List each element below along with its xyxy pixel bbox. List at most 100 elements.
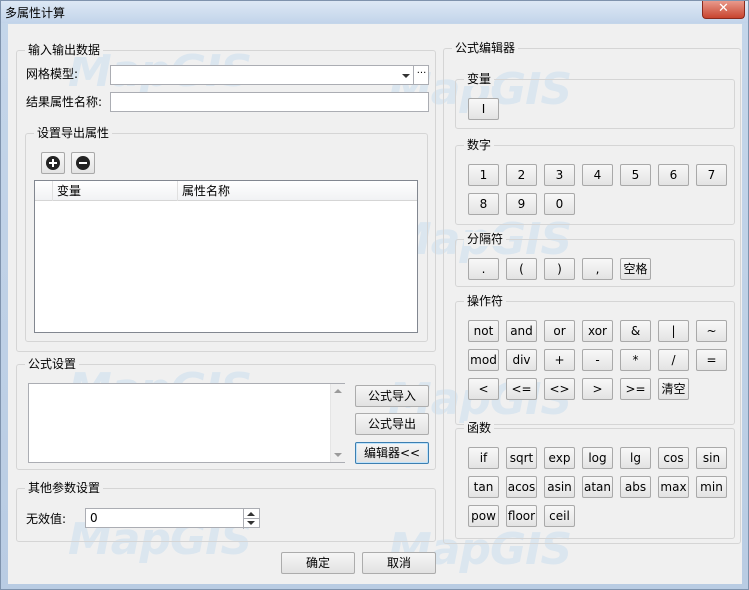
function-button[interactable]: atan [582, 476, 613, 498]
var-button[interactable]: I [468, 98, 499, 120]
result-attr-input[interactable] [110, 92, 429, 112]
digit-button[interactable]: 7 [696, 164, 727, 186]
separator-button[interactable]: . [468, 258, 499, 280]
operator-button[interactable]: and [506, 320, 537, 342]
chevron-down-icon[interactable] [398, 66, 414, 86]
operator-button[interactable]: = [696, 349, 727, 371]
invalid-value-spinner[interactable]: 0 [85, 508, 260, 529]
digit-button[interactable]: 3 [544, 164, 575, 186]
operator-button[interactable]: xor [582, 320, 613, 342]
digit-button[interactable]: 8 [468, 193, 499, 215]
scroll-down-icon[interactable] [334, 453, 342, 457]
add-row-button[interactable] [41, 152, 65, 174]
function-button[interactable]: abs [620, 476, 651, 498]
export-attr-group: 设置导出属性 变量 属性名称 [25, 126, 428, 342]
function-button[interactable]: log [582, 447, 613, 469]
io-group: 输入输出数据 网格模型: ··· 结果属性名称: 设置导出属性 变量 属性名称 [16, 43, 436, 352]
operators-label: 操作符 [464, 294, 507, 308]
function-button[interactable]: cos [658, 447, 689, 469]
separator-button[interactable]: 空格 [620, 258, 651, 280]
operator-button[interactable]: ~ [696, 320, 727, 342]
function-button[interactable]: sin [696, 447, 727, 469]
function-button[interactable]: acos [506, 476, 537, 498]
separator-button[interactable]: ) [544, 258, 575, 280]
other-params-label: 其他参数设置 [25, 481, 104, 495]
operators-group: 操作符 not and or xor & | ~ mod div + - * / = < <= <> > >= 清空 [455, 294, 735, 425]
function-button[interactable]: lg [620, 447, 651, 469]
functions-label: 函数 [464, 421, 495, 435]
plus-circle-icon [46, 156, 60, 170]
table-header: 变量 属性名称 [35, 181, 417, 201]
digit-button[interactable]: 4 [582, 164, 613, 186]
digit-button[interactable]: 0 [544, 193, 575, 215]
grid-model-label: 网格模型: [26, 67, 79, 81]
invalid-value: 0 [90, 511, 98, 525]
minus-circle-icon [76, 156, 90, 170]
export-attr-table[interactable]: 变量 属性名称 [34, 180, 418, 333]
operator-button[interactable]: >= [620, 378, 651, 400]
cancel-button[interactable]: 取消 [362, 552, 436, 574]
grid-model-combo[interactable]: ··· [110, 65, 429, 85]
separators-label: 分隔符 [464, 232, 507, 246]
operator-button[interactable]: not [468, 320, 499, 342]
formula-textarea[interactable] [28, 383, 345, 463]
scroll-up-icon[interactable] [334, 389, 342, 393]
export-attr-label: 设置导出属性 [34, 126, 113, 140]
spinner-arrows[interactable] [243, 509, 259, 529]
dialog-client: MapGIS MapGIS MapGIS MapGIS MapGIS MapGI… [8, 24, 742, 584]
function-button[interactable]: min [696, 476, 727, 498]
variables-label: 变量 [464, 72, 495, 86]
remove-row-button[interactable] [71, 152, 95, 174]
digit-button[interactable]: 2 [506, 164, 537, 186]
operator-button[interactable]: <= [506, 378, 537, 400]
spin-down-icon[interactable] [247, 521, 255, 525]
digits-label: 数字 [464, 138, 495, 152]
formula-scrollbar[interactable] [330, 384, 345, 462]
operator-button[interactable]: or [544, 320, 575, 342]
digit-button[interactable]: 9 [506, 193, 537, 215]
function-button[interactable]: floor [506, 505, 537, 527]
operator-button[interactable]: > [582, 378, 613, 400]
function-button[interactable]: ceil [544, 505, 575, 527]
operator-button[interactable]: | [658, 320, 689, 342]
spin-up-icon[interactable] [247, 512, 255, 516]
spin-divider [244, 518, 259, 519]
close-button[interactable]: ✕ [702, 1, 745, 19]
separator-button[interactable]: ( [506, 258, 537, 280]
column-header-variable[interactable]: 变量 [53, 181, 178, 201]
digit-button[interactable]: 5 [620, 164, 651, 186]
invalid-value-label: 无效值: [26, 512, 67, 526]
function-button[interactable]: max [658, 476, 689, 498]
title-bar[interactable]: 多属性计算 ✕ [1, 1, 748, 23]
function-button[interactable]: asin [544, 476, 575, 498]
separator-button[interactable]: , [582, 258, 613, 280]
variables-group: 变量 I [455, 72, 735, 129]
browse-button[interactable]: ··· [413, 66, 429, 84]
function-button[interactable]: if [468, 447, 499, 469]
formula-import-button[interactable]: 公式导入 [355, 385, 429, 407]
function-button[interactable]: pow [468, 505, 499, 527]
other-params-group: 其他参数设置 无效值: 0 [16, 481, 436, 542]
column-header[interactable] [35, 181, 53, 201]
operator-button[interactable]: - [582, 349, 613, 371]
operator-button[interactable]: + [544, 349, 575, 371]
operator-button[interactable]: div [506, 349, 537, 371]
digit-button[interactable]: 1 [468, 164, 499, 186]
operator-button[interactable]: / [658, 349, 689, 371]
function-button[interactable]: sqrt [506, 447, 537, 469]
digit-button[interactable]: 6 [658, 164, 689, 186]
formula-export-button[interactable]: 公式导出 [355, 413, 429, 435]
operator-button[interactable]: & [620, 320, 651, 342]
operator-button[interactable]: * [620, 349, 651, 371]
ok-button[interactable]: 确定 [281, 552, 355, 574]
operator-button[interactable]: mod [468, 349, 499, 371]
formula-group: 公式设置 公式导入 公式导出 编辑器<< [16, 357, 436, 470]
operator-button[interactable]: 清空 [658, 378, 689, 400]
operator-button[interactable]: < [468, 378, 499, 400]
operator-button[interactable]: <> [544, 378, 575, 400]
window-title: 多属性计算 [5, 6, 66, 20]
function-button[interactable]: tan [468, 476, 499, 498]
editor-toggle-button[interactable]: 编辑器<< [355, 442, 429, 464]
function-button[interactable]: exp [544, 447, 575, 469]
column-header-attr-name[interactable]: 属性名称 [178, 181, 417, 201]
